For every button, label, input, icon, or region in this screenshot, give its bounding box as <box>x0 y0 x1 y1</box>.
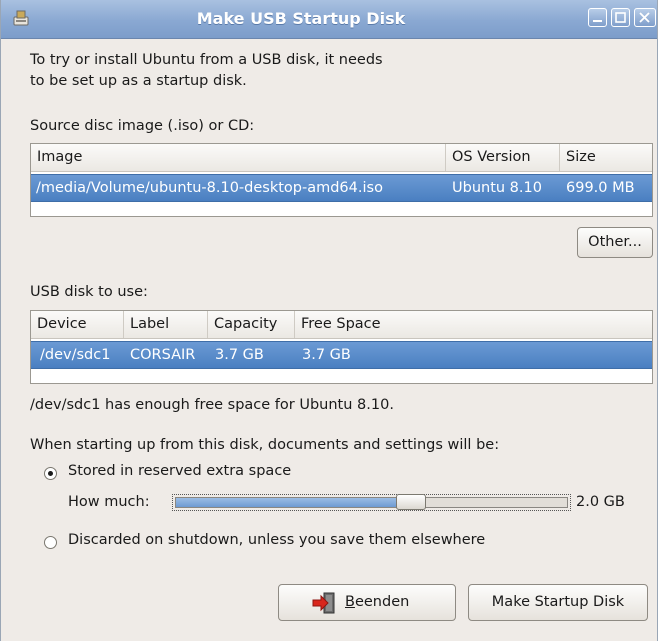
source-image-list[interactable]: Image OS Version Size /media/Volume/ubun… <box>30 143 653 217</box>
column-header-size[interactable]: Size <box>560 144 652 171</box>
option-discarded-label[interactable]: Discarded on shutdown, unless you save t… <box>68 532 485 548</box>
column-header-device[interactable]: Device <box>31 311 124 338</box>
make-startup-disk-button[interactable]: Make Startup Disk <box>468 584 648 621</box>
source-label: Source disc image (.iso) or CD: <box>30 118 255 134</box>
maximize-button[interactable] <box>611 8 630 27</box>
quit-button[interactable]: Beenden <box>278 584 456 621</box>
usb-list-header: Device Label Capacity Free Space <box>31 311 652 339</box>
persistence-question: When starting up from this disk, documen… <box>30 437 500 453</box>
intro-text-line-1: To try or install Ubuntu from a USB disk… <box>30 52 383 68</box>
quit-mnemonic: B <box>345 594 355 610</box>
maximize-icon <box>615 12 626 23</box>
slider-value: 2.0 GB <box>576 494 625 510</box>
make-usb-startup-disk-window: Make USB Startup Disk To try or install … <box>0 0 658 641</box>
column-header-os-version[interactable]: OS Version <box>446 144 560 171</box>
source-os-version-cell: Ubuntu 8.10 <box>452 180 542 196</box>
usb-label-cell: CORSAIR <box>130 347 196 363</box>
usb-free-space-cell: 3.7 GB <box>302 347 351 363</box>
source-image-cell: /media/Volume/ubuntu-8.10-desktop-amd64.… <box>36 180 383 196</box>
usb-disk-label: USB disk to use: <box>30 284 148 300</box>
window-title: Make USB Startup Disk <box>196 9 406 28</box>
title-bar[interactable]: Make USB Startup Disk <box>1 0 657 39</box>
close-button[interactable] <box>634 8 656 27</box>
usb-row-selected[interactable]: /dev/sdc1 CORSAIR 3.7 GB 3.7 GB <box>31 341 652 369</box>
other-button[interactable]: Other... <box>577 227 653 258</box>
minimize-icon <box>593 20 602 22</box>
exit-icon <box>312 592 335 614</box>
radio-selected-dot <box>48 471 53 476</box>
how-much-slider[interactable] <box>172 494 571 511</box>
radio-stored[interactable] <box>44 467 57 480</box>
column-header-free-space[interactable]: Free Space <box>295 311 652 338</box>
close-icon <box>639 12 650 23</box>
usb-capacity-cell: 3.7 GB <box>215 347 264 363</box>
quit-label-rest: eenden <box>354 594 410 610</box>
source-size-cell: 699.0 MB <box>566 180 635 196</box>
usb-device-cell: /dev/sdc1 <box>40 347 111 363</box>
slider-thumb[interactable] <box>396 494 426 510</box>
intro-text-line-2: to be set up as a startup disk. <box>30 73 247 89</box>
source-list-header: Image OS Version Size <box>31 144 652 172</box>
source-row-selected[interactable]: /media/Volume/ubuntu-8.10-desktop-amd64.… <box>31 174 652 202</box>
how-much-label: How much: <box>68 494 150 510</box>
column-header-label[interactable]: Label <box>124 311 208 338</box>
free-space-status: /dev/sdc1 has enough free space for Ubun… <box>30 397 394 413</box>
option-stored-label[interactable]: Stored in reserved extra space <box>68 463 291 479</box>
usb-disk-list[interactable]: Device Label Capacity Free Space /dev/sd… <box>30 310 653 384</box>
slider-fill <box>176 498 410 507</box>
quit-button-label: Beenden <box>345 585 409 620</box>
radio-discarded[interactable] <box>44 536 57 549</box>
column-header-image[interactable]: Image <box>31 144 446 171</box>
minimize-button[interactable] <box>588 8 607 27</box>
column-header-capacity[interactable]: Capacity <box>208 311 295 338</box>
